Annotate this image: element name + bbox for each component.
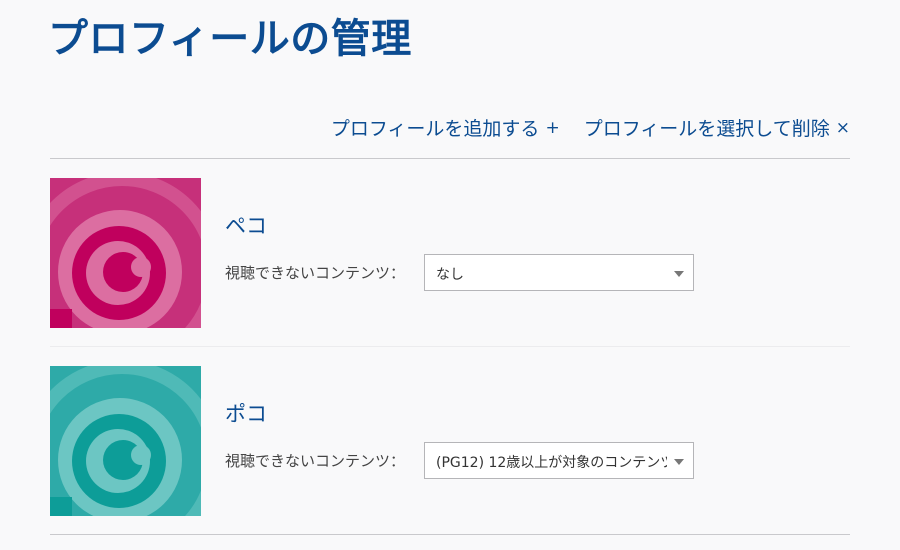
pink-swirl-avatar-icon[interactable] xyxy=(50,178,201,328)
delete-profile-link[interactable]: プロフィールを選択して削除 × xyxy=(584,114,850,141)
delete-profile-label: プロフィールを選択して削除 xyxy=(583,118,830,140)
restriction-label: 視聴できないコンテンツ： xyxy=(225,264,406,282)
profile-name[interactable]: ポコ xyxy=(225,398,267,428)
restriction-select-value: (PG12) 12歳以上が対象のコンテンツ xyxy=(436,455,667,471)
close-icon: × xyxy=(835,117,850,138)
page-title: プロフィールの管理 xyxy=(48,16,412,62)
add-profile-label: プロフィールを追加する xyxy=(330,118,540,140)
profile-actions: プロフィールを追加する + プロフィールを選択して削除 × xyxy=(331,114,850,141)
profile-name[interactable]: ペコ xyxy=(225,210,267,240)
teal-swirl-avatar-icon[interactable] xyxy=(50,366,201,516)
avatar-tail xyxy=(50,497,72,516)
chevron-down-icon xyxy=(674,271,684,277)
chevron-down-icon xyxy=(674,459,684,465)
profile-row: ポコ 視聴できないコンテンツ： (PG12) 12歳以上が対象のコンテンツ xyxy=(50,366,850,516)
footer-divider xyxy=(50,534,850,535)
restriction-label: 視聴できないコンテンツ： xyxy=(225,452,406,470)
header-divider xyxy=(50,158,850,159)
restriction-select-value: なし xyxy=(436,267,464,283)
plus-icon: + xyxy=(545,117,560,138)
avatar-notch xyxy=(131,257,151,277)
avatar-tail xyxy=(50,309,72,328)
profile-divider xyxy=(50,346,850,347)
restriction-select[interactable]: (PG12) 12歳以上が対象のコンテンツ xyxy=(424,442,694,479)
add-profile-link[interactable]: プロフィールを追加する + xyxy=(331,114,560,141)
avatar-notch xyxy=(131,445,151,465)
restriction-select[interactable]: なし xyxy=(424,254,694,291)
profile-row: ペコ 視聴できないコンテンツ： なし xyxy=(50,178,850,328)
